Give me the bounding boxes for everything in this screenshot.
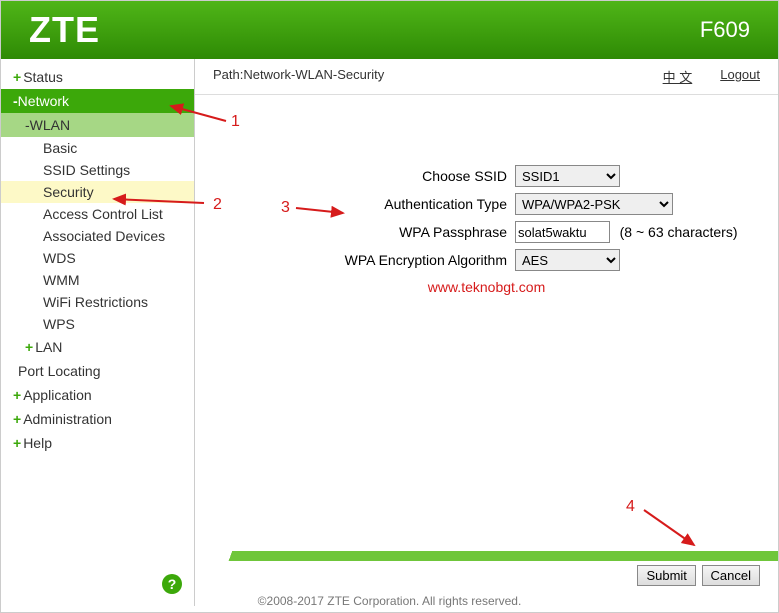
sidebar-item-security[interactable]: Security (1, 181, 194, 203)
sidebar-item-application[interactable]: +Application (1, 383, 194, 407)
sidebar-item-ssid-settings[interactable]: SSID Settings (1, 159, 194, 181)
label-choose-ssid: Choose SSID (195, 168, 515, 184)
language-link[interactable]: 中 文 (663, 67, 693, 86)
label-wpa-encryption: WPA Encryption Algorithm (195, 252, 515, 268)
select-ssid[interactable]: SSID1 (515, 165, 620, 187)
input-wpa-passphrase[interactable] (515, 221, 610, 243)
header-bar: ZTE F609 (1, 1, 778, 59)
sidebar-item-help[interactable]: +Help (1, 431, 194, 455)
sidebar-item-port-locating[interactable]: Port Locating (1, 359, 194, 383)
sidebar-item-restrictions[interactable]: WiFi Restrictions (1, 291, 194, 313)
sidebar-item-wps[interactable]: WPS (1, 313, 194, 335)
brand-logo: ZTE (29, 9, 100, 51)
sidebar-item-status[interactable]: +Status (1, 65, 194, 89)
select-wpa-encryption[interactable]: AES (515, 249, 620, 271)
breadcrumb: Path:Network-WLAN-Security (213, 67, 384, 86)
watermark-text: www.teknobgt.com (195, 279, 778, 295)
submit-button[interactable]: Submit (637, 565, 695, 586)
sidebar-item-wds[interactable]: WDS (1, 247, 194, 269)
sidebar-item-lan[interactable]: +LAN (1, 335, 194, 359)
sidebar-item-acl[interactable]: Access Control List (1, 203, 194, 225)
help-icon[interactable]: ? (162, 574, 182, 594)
accent-stripe (195, 551, 778, 561)
footer-copyright: ©2008-2017 ZTE Corporation. All rights r… (1, 594, 778, 608)
model-label: F609 (700, 17, 750, 43)
sidebar-item-administration[interactable]: +Administration (1, 407, 194, 431)
sidebar-item-associated[interactable]: Associated Devices (1, 225, 194, 247)
sidebar-item-wlan[interactable]: -WLAN (1, 113, 194, 137)
sidebar: +Status -Network -WLAN Basic SSID Settin… (1, 59, 195, 606)
sidebar-item-wmm[interactable]: WMM (1, 269, 194, 291)
cancel-button[interactable]: Cancel (702, 565, 760, 586)
sidebar-item-network[interactable]: -Network (1, 89, 194, 113)
sidebar-item-basic[interactable]: Basic (1, 137, 194, 159)
label-auth-type: Authentication Type (195, 196, 515, 212)
content-area: Path:Network-WLAN-Security 中 文 Logout Ch… (195, 59, 778, 606)
select-auth-type[interactable]: WPA/WPA2-PSK (515, 193, 673, 215)
label-wpa-passphrase: WPA Passphrase (195, 224, 515, 240)
logout-link[interactable]: Logout (720, 67, 760, 86)
passphrase-hint: (8 ~ 63 characters) (620, 224, 738, 240)
